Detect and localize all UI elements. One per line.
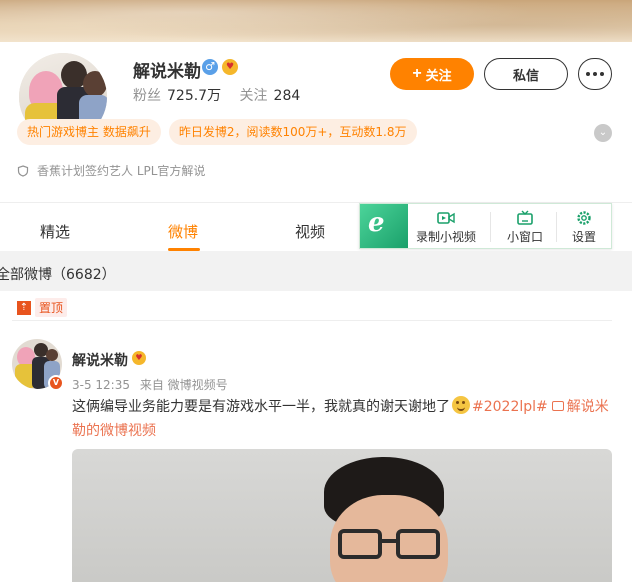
- shield-icon: [17, 164, 29, 177]
- verified-badge-icon: V: [48, 375, 64, 391]
- male-icon: ♂: [202, 59, 218, 75]
- message-button[interactable]: 私信: [484, 58, 568, 90]
- weibo-feed: 全部微博（6682） ⇡ 置顶 V 解说米勒 ♥ 3-5 12:35 来自 微博…: [0, 251, 632, 582]
- mini-window-button[interactable]: 小窗口: [500, 210, 550, 246]
- plus-icon: +: [412, 65, 422, 82]
- fan-emoji-icon: ♥: [222, 59, 238, 75]
- pin-icon: ⇡: [17, 300, 31, 315]
- fan-emoji-icon: ♥: [132, 351, 146, 365]
- all-weibo-count[interactable]: 全部微博（6682）: [0, 264, 116, 284]
- profile-stats: 粉丝 725.7万 关注 284: [133, 85, 314, 105]
- weibo-profile-page: V 解说米勒 ♂ ♥ 粉丝 725.7万 关注 284 + 关注 私信 热门游戏博主…: [0, 0, 632, 582]
- post-text: 这俩编导业务能力要是有游戏水平一半，我就真的谢天谢地了: [72, 399, 450, 415]
- record-video-button[interactable]: 录制小视频: [414, 210, 478, 246]
- tab-video[interactable]: 视频: [295, 221, 325, 242]
- record-video-label: 录制小视频: [415, 230, 476, 244]
- follow-button[interactable]: + 关注: [390, 58, 474, 90]
- following-label: 关注: [239, 88, 268, 104]
- tab-featured[interactable]: 精选: [40, 221, 70, 242]
- follow-button-label: 关注: [425, 67, 452, 83]
- hashtag-link[interactable]: #2022lpl#: [472, 399, 548, 415]
- verification-info: 香蕉计划签约艺人 LPL官方解说: [17, 162, 205, 179]
- mini-window-label: 小窗口: [506, 230, 543, 244]
- tab-weibo[interactable]: 微博: [168, 221, 198, 242]
- chevron-down-icon[interactable]: ⌄: [594, 124, 612, 142]
- settings-label: 设置: [571, 230, 596, 244]
- ie-logo-icon: e: [360, 204, 408, 248]
- divider: [556, 212, 557, 242]
- post-meta: 3-5 12:35 来自 微博视频号: [72, 376, 234, 393]
- post-author[interactable]: 解说米勒: [72, 350, 128, 370]
- pinned-indicator: ⇡ 置顶: [17, 298, 68, 317]
- message-button-label: 私信: [512, 67, 539, 83]
- post-time[interactable]: 3-5 12:35: [72, 378, 130, 392]
- record-video-icon: [437, 212, 455, 224]
- pinned-label: 置顶: [35, 298, 68, 317]
- more-dot-icon: [586, 72, 590, 76]
- feed-header: 全部微博（6682）: [0, 251, 632, 291]
- fans-label: 粉丝: [133, 88, 161, 104]
- profile-tags: 热门游戏博主 数据飙升 昨日发博2，阅读数100万+，互动数1.8万: [17, 119, 417, 145]
- verification-text: 香蕉计划签约艺人 LPL官方解说: [37, 164, 206, 178]
- post-content: 这俩编导业务能力要是有游戏水平一半，我就真的谢天谢地了 #2022lpl# 解说米勒…: [72, 395, 612, 443]
- divider: [490, 212, 491, 242]
- video-thumbnail[interactable]: [72, 449, 612, 582]
- ie-video-toolbar: e 录制小视频 小窗口 设置: [359, 203, 612, 249]
- settings-button[interactable]: 设置: [564, 210, 604, 246]
- divider: [12, 320, 612, 321]
- video-link-icon: [551, 401, 564, 411]
- more-dot-icon: [600, 72, 604, 76]
- following-count[interactable]: 284: [274, 88, 301, 104]
- post-source: 来自 微博视频号: [139, 378, 228, 392]
- profile-name: 解说米勒: [133, 62, 201, 82]
- fans-count[interactable]: 725.7万: [167, 88, 221, 104]
- tag-yesterday-stats[interactable]: 昨日发博2，阅读数100万+，互动数1.8万: [168, 119, 417, 145]
- profile-header: V 解说米勒 ♂ ♥ 粉丝725.7万 关注284 + 关注 私信 热门游戏博主…: [0, 42, 632, 202]
- tag-hot-blogger[interactable]: 热门游戏博主 数据飙升: [17, 119, 161, 145]
- tv-icon: [517, 210, 533, 225]
- more-dot-icon: [593, 72, 597, 76]
- cover-image: [0, 0, 632, 42]
- gear-icon: [577, 211, 591, 225]
- smile-emoji-icon: [452, 396, 470, 414]
- more-options-button[interactable]: [578, 58, 612, 90]
